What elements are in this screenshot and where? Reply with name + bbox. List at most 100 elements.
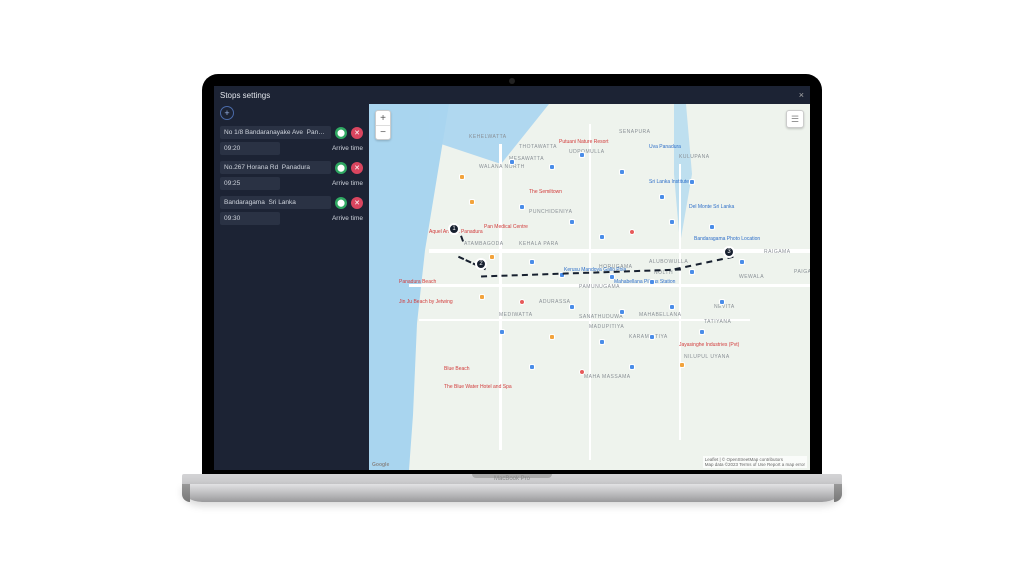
sidebar: + ⬤ ✕ Arrive time [214,104,369,470]
poi-icon [599,339,605,345]
poi-icon [569,304,575,310]
poi-icon [689,269,695,275]
header: Stops settings × [214,86,810,104]
pin-icon[interactable]: ⬤ [335,127,347,139]
zoom-out-button[interactable]: − [376,125,390,139]
region-label: PUNCHIDENIYA [529,209,572,215]
zoom-control: + − [375,110,391,140]
delete-icon[interactable]: ✕ [351,162,363,174]
arrive-time-label: Arrive time [332,180,363,187]
poi-icon [529,259,535,265]
poi-label: Mahabellana Piliyas Station [614,279,675,285]
poi-icon [669,219,675,225]
laptop-base [182,484,842,502]
laptop-mockup: Stops settings × + ⬤ ✕ Arrive time [182,74,842,502]
poi-icon [619,169,625,175]
stop-time-input[interactable] [220,212,280,225]
laptop-label: MacBook Pro [494,476,530,482]
poi-icon [489,254,495,260]
poi-icon [499,329,505,335]
region-label: PAIGA [794,269,810,275]
stop-address-input[interactable] [220,126,331,139]
map[interactable]: WALANA NORTHSENAPURAKEHELWATTATHOTAWATTA… [369,104,810,470]
poi-icon [649,279,655,285]
region-label: MADUPITIYA [589,324,624,330]
poi-label: Putuani Nature Resort [559,139,608,145]
poi-label: Pan Medical Centre [484,224,528,230]
poi-icon [569,219,575,225]
poi-label: Jayasinghe Industries (Pvt) [679,342,739,348]
pin-icon[interactable]: ⬤ [335,162,347,174]
stop-time-input[interactable] [220,177,280,190]
region-label: ADURASSA [539,299,571,305]
water-area [369,104,449,470]
webcam-dot [509,78,515,84]
arrive-time-label: Arrive time [332,215,363,222]
poi-icon [619,309,625,315]
region-label: MAHA MASSAMA [584,374,631,380]
add-stop-button[interactable]: + [220,106,234,120]
map-marker-1[interactable]: 1 [448,223,460,235]
layers-button[interactable]: ☰ [786,110,804,128]
page-title: Stops settings [220,91,270,100]
poi-icon [519,204,525,210]
stop-item: ⬤ ✕ Arrive time [220,161,363,190]
pin-icon[interactable]: ⬤ [335,197,347,209]
poi-label: Jin Ju Beach by Jetwing [399,299,453,305]
region-label: MEDIWATTA [499,312,533,318]
poi-icon [469,199,475,205]
poi-icon [699,329,705,335]
laptop-screen: Stops settings × + ⬤ ✕ Arrive time [202,74,822,474]
region-label: UDPOMULLA [569,149,605,155]
stop-item: ⬤ ✕ Arrive time [220,126,363,155]
poi-icon [689,179,695,185]
poi-label: The Blue Water Hotel and Spa [444,384,512,390]
region-label: MAHABELLANA [639,312,681,318]
region-label: KEHELWATTA [469,134,507,140]
poi-icon [679,362,685,368]
road [679,164,681,440]
region-label: NEVITA [714,304,735,310]
map-marker-3[interactable]: 3 [723,246,735,258]
stop-address-input[interactable] [220,161,331,174]
region-label: NILUPUL UYANA [684,354,730,360]
delete-icon[interactable]: ✕ [351,127,363,139]
poi-icon [579,152,585,158]
region-label: KULUPANA [679,154,710,160]
poi-icon [549,334,555,340]
poi-icon [549,164,555,170]
close-icon[interactable]: × [799,90,804,100]
stop-address-input[interactable] [220,196,331,209]
poi-label: Bandaragama Photo Location [694,236,760,242]
delete-icon[interactable]: ✕ [351,197,363,209]
layers-icon: ☰ [791,114,799,125]
stop-time-input[interactable] [220,142,280,155]
stop-item: ⬤ ✕ Arrive time [220,196,363,225]
poi-icon [649,334,655,340]
laptop-hinge: MacBook Pro [182,474,842,484]
body: + ⬤ ✕ Arrive time [214,104,810,470]
poi-label: Sri Lanka Institute [649,179,689,185]
arrive-time-label: Arrive time [332,145,363,152]
poi-icon [629,229,635,235]
region-label: WALANA NORTH [479,164,525,170]
region-label: KEHALA PARA [519,241,559,247]
poi-label: Blue Beach [444,366,470,372]
map-marker-2[interactable]: 2 [475,258,487,270]
region-label: SANATHUDUWA [579,314,623,320]
poi-label: Del Monte Sri Lanka [689,204,734,210]
poi-icon [609,274,615,280]
app-window: Stops settings × + ⬤ ✕ Arrive time [214,86,810,470]
zoom-in-button[interactable]: + [376,111,390,125]
poi-label: Panadura Beach [399,279,436,285]
poi-icon [629,364,635,370]
region-label: WEWALA [739,274,764,280]
poi-icon [599,234,605,240]
poi-icon [669,304,675,310]
poi-icon [509,159,515,165]
poi-label: The Semiltown [529,189,562,195]
poi-icon [459,174,465,180]
poi-label: Uva Panadura [649,144,681,150]
poi-icon [579,369,585,375]
region-label: THOTAWATTA [519,144,557,150]
